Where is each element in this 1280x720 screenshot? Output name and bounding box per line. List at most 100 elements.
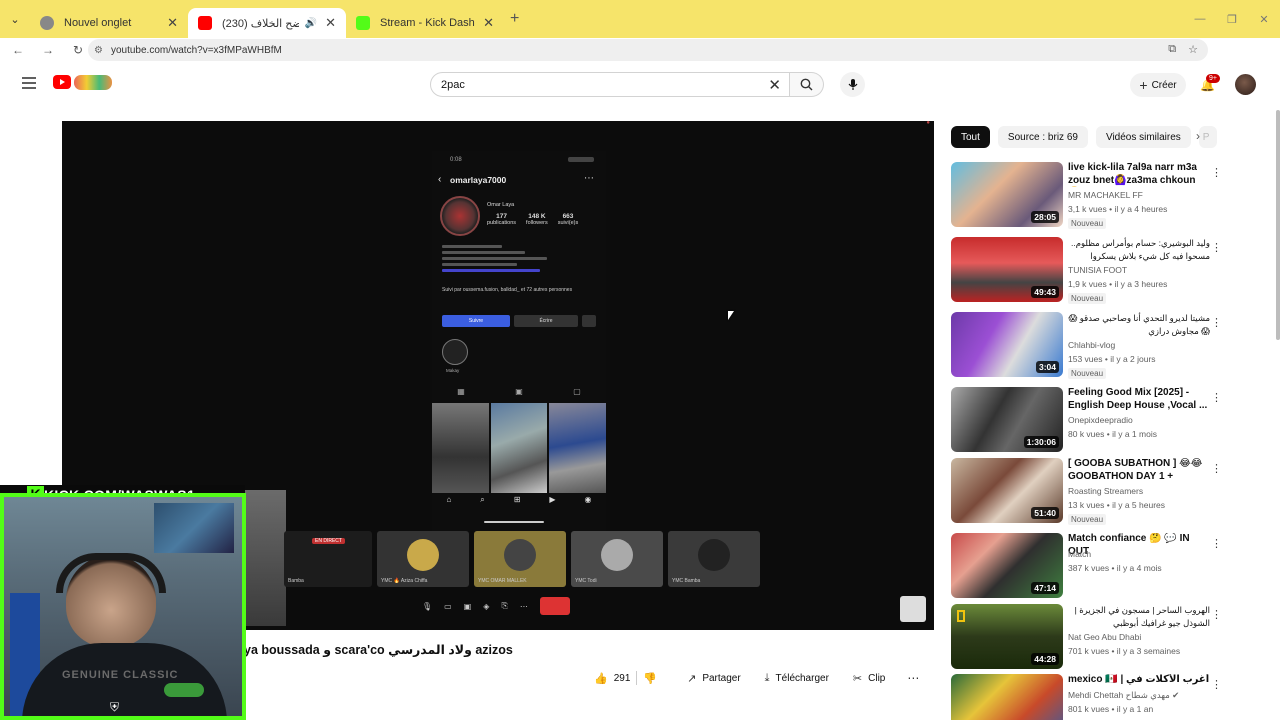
youtube-doodle[interactable] xyxy=(74,75,112,90)
channel-watermark[interactable] xyxy=(900,596,926,622)
hamburger-menu-icon[interactable] xyxy=(22,77,36,92)
video-thumbnail[interactable]: 49:43 xyxy=(951,237,1063,302)
recommendation-item[interactable]: mexico 🇲🇽 | أغرب الأكلات في المكسيك Mehd… xyxy=(951,674,1222,720)
recommendation-meta: 3,1 k vues • il y a 4 heures xyxy=(1068,204,1168,214)
recommendation-channel[interactable]: Onepixdeepradio xyxy=(1068,415,1133,425)
more-vert-icon[interactable]: ⋮ xyxy=(1211,391,1222,404)
more-vert-icon[interactable]: ⋮ xyxy=(1211,678,1222,691)
bookmark-star-icon[interactable]: ☆ xyxy=(1188,43,1198,56)
clip-button[interactable]: ✂ Clip xyxy=(844,666,894,690)
phone-home-indicator xyxy=(484,521,544,523)
recommendation-title[interactable]: وليد البوشيري: حسام بوأمراس مظلوم.. مسحو… xyxy=(1068,237,1210,262)
download-button[interactable]: ⤓ Télécharger xyxy=(756,666,837,690)
clear-search-icon[interactable]: ✕ xyxy=(768,76,781,94)
minimize-icon[interactable]: — xyxy=(1184,13,1216,25)
install-icon[interactable]: ⧉ xyxy=(1168,43,1176,56)
chip-similar[interactable]: Vidéos similaires xyxy=(1095,126,1191,148)
tab-youtube[interactable]: (230) عربوس يوضح الخلاف 🔊 ✕ xyxy=(188,8,346,38)
recommendation-title[interactable]: الهروب الساحر | مسجون في الجزيرة | الشوذ… xyxy=(1068,604,1210,629)
download-icon: ⤓ xyxy=(764,671,770,684)
close-icon[interactable]: ✕ xyxy=(483,15,494,31)
more-vert-icon[interactable]: ⋮ xyxy=(1211,316,1222,329)
recommendation-channel[interactable]: Mehdi Chettah مهدي شطاح ✔ xyxy=(1068,690,1179,701)
like-icon[interactable]: 👍 xyxy=(594,672,608,685)
video-thumbnail[interactable]: 3:04 xyxy=(951,312,1063,377)
create-button[interactable]: + Créer xyxy=(1130,73,1186,97)
recommendation-item[interactable]: 3:04 مشيتا لديرو التحدي أنا وصاحبي صدقو … xyxy=(951,312,1222,380)
close-icon[interactable]: ✕ xyxy=(325,15,336,31)
recommendation-item[interactable]: 44:28 الهروب الساحر | مسجون في الجزيرة |… xyxy=(951,604,1222,672)
recommendation-channel[interactable]: Roasting Streamers xyxy=(1068,486,1143,496)
search-input[interactable]: 2pac ✕ xyxy=(430,72,790,97)
page-scrollbar[interactable] xyxy=(1276,110,1280,340)
more-vert-icon[interactable]: ⋮ xyxy=(1211,537,1222,550)
video-thumbnail[interactable]: 1:30:06 xyxy=(951,387,1063,452)
recommendation-item[interactable]: 49:43 وليد البوشيري: حسام بوأمراس مظلوم.… xyxy=(951,237,1222,305)
recommendation-title[interactable]: [ GOOBA SUBATHON ] 😂😂 GOOBATHON DAY 1 + … xyxy=(1068,458,1210,483)
more-vert-icon[interactable]: ⋮ xyxy=(1211,462,1222,475)
chevron-right-icon[interactable]: › xyxy=(1196,129,1200,143)
more-actions-icon[interactable]: ⋯ xyxy=(901,666,925,690)
instagram-message-button: Écrire xyxy=(514,315,578,327)
notification-count-badge: 9+ xyxy=(1206,74,1220,83)
share-button[interactable]: ↗ Partager xyxy=(679,666,749,690)
search-button[interactable] xyxy=(790,72,824,97)
recommendation-channel[interactable]: Chlahbi-vlog xyxy=(1068,340,1115,350)
recommendation-channel[interactable]: TUNISIA FOOT xyxy=(1068,265,1127,275)
call-live-badge: EN DIRECT xyxy=(312,538,345,544)
tagged-icon: ▢ xyxy=(573,387,581,396)
create-label: Créer xyxy=(1151,79,1177,91)
recommendation-channel[interactable]: Nat Geo Abu Dhabi xyxy=(1068,632,1141,642)
duration-badge: 51:40 xyxy=(1031,507,1059,519)
participant-tile: YMC 🔥 Aziza Chiffa xyxy=(377,531,469,587)
forward-icon[interactable]: → xyxy=(36,43,60,57)
voice-search-button[interactable] xyxy=(840,72,865,97)
recommendation-item[interactable]: 51:40 [ GOOBA SUBATHON ] 😂😂 GOOBATHON DA… xyxy=(951,458,1222,526)
video-thumbnail[interactable] xyxy=(951,674,1063,720)
close-window-icon[interactable]: ✕ xyxy=(1248,13,1280,26)
recommendation-title[interactable]: Feeling Good Mix [2025] - English Deep H… xyxy=(1068,387,1210,412)
more-vert-icon[interactable]: ⋮ xyxy=(1211,608,1222,621)
address-bar[interactable]: ⚙ youtube.com/watch?v=x3fMPaWHBfM ⧉ ☆ xyxy=(88,39,1208,61)
recommendation-item[interactable]: 28:05 live kick-lila 7al9a narr m3a zouz… xyxy=(951,162,1222,230)
recommendation-channel[interactable]: MR MACHAKEL FF xyxy=(1068,190,1143,200)
video-thumbnail[interactable]: 51:40 xyxy=(951,458,1063,523)
instagram-profile-picture xyxy=(440,196,480,236)
reels-nav-icon: ▶ xyxy=(549,495,556,504)
tab-new-tab[interactable]: Nouvel onglet ✕ xyxy=(30,8,188,38)
tab-search-icon[interactable]: ⌄ xyxy=(0,0,30,38)
like-count[interactable]: 291 xyxy=(614,673,631,684)
new-badge: Nouveau xyxy=(1068,218,1107,229)
maximize-icon[interactable]: ❐ xyxy=(1216,13,1248,26)
recommendation-item[interactable]: 47:14 Match confiance 🤔 💬 IN OUT Match 3… xyxy=(951,533,1222,601)
chip-partial[interactable]: P xyxy=(1198,126,1217,148)
video-thumbnail[interactable]: 44:28 xyxy=(951,604,1063,669)
share-icon: ↗ xyxy=(687,672,697,685)
instagram-suggest-button xyxy=(582,315,596,327)
recommendation-channel[interactable]: Match xyxy=(1068,549,1091,559)
account-avatar[interactable] xyxy=(1235,74,1256,95)
chip-source[interactable]: Source : briz 69 xyxy=(997,126,1088,148)
video-thumbnail[interactable]: 47:14 xyxy=(951,533,1063,598)
microphone-icon xyxy=(848,79,857,90)
more-vert-icon[interactable]: ⋮ xyxy=(1211,241,1222,254)
chip-all[interactable]: Tout xyxy=(951,126,990,148)
reload-icon[interactable]: ↻ xyxy=(66,43,90,57)
recommendation-title[interactable]: live kick-lila 7al9a narr m3a zouz bnet🙆… xyxy=(1068,162,1210,187)
stat-publications: 177 publications xyxy=(487,213,517,226)
recommendation-meta: 13 k vues • il y a 5 heures xyxy=(1068,500,1165,510)
site-info-icon[interactable]: ⚙ xyxy=(94,45,103,56)
more-icon: ⋯ xyxy=(584,173,594,184)
recommendation-title[interactable]: مشيتا لديرو التحدي أنا وصاحبي صدقو 😱😱 مج… xyxy=(1068,312,1210,337)
recommendation-item[interactable]: 1:30:06 Feeling Good Mix [2025] - Englis… xyxy=(951,387,1222,455)
youtube-logo[interactable] xyxy=(53,75,71,89)
back-icon[interactable]: ← xyxy=(6,43,30,57)
recommendation-title[interactable]: mexico 🇲🇽 | أغرب الأكلات في المكسيك xyxy=(1068,674,1210,687)
close-icon[interactable]: ✕ xyxy=(167,15,178,31)
more-vert-icon[interactable]: ⋮ xyxy=(1211,166,1222,179)
video-thumbnail[interactable]: 28:05 xyxy=(951,162,1063,227)
speaker-icon[interactable]: 🔊 xyxy=(305,18,317,29)
dislike-icon[interactable]: 👎 xyxy=(643,672,657,685)
tab-kick-dashboard[interactable]: Stream - Kick Dashboard ✕ xyxy=(346,8,504,38)
new-tab-icon[interactable]: + xyxy=(510,10,519,28)
